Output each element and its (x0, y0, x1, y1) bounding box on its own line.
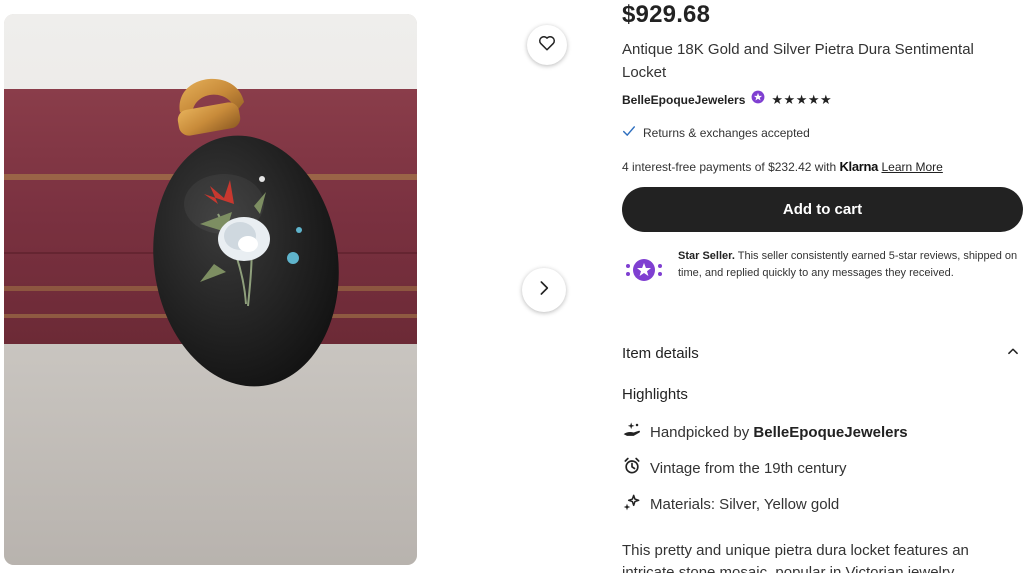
favorite-button[interactable] (527, 25, 567, 65)
klarna-learn-more-link[interactable]: Learn More (881, 160, 942, 174)
hand-sparkle-icon (622, 420, 642, 444)
item-details-label: Item details (622, 345, 699, 362)
highlight-vintage: Vintage from the 19th century (622, 456, 847, 480)
star-seller-title: Star Seller. (678, 250, 735, 262)
klarna-payments: 4 interest-free payments of $232.42 with… (622, 159, 943, 174)
add-to-cart-button[interactable]: Add to cart (622, 187, 1023, 232)
heart-icon (538, 34, 556, 57)
rating-stars[interactable]: ★★★★★ (771, 92, 832, 108)
returns-text: Returns & exchanges accepted (643, 125, 810, 140)
highlight-vintage-text: Vintage from the 19th century (650, 459, 847, 477)
item-details-toggle[interactable]: Item details (622, 344, 1020, 363)
highlight-handpicked: Handpicked by BelleEpoqueJewelers (622, 420, 908, 444)
highlight-materials-text: Materials: Silver, Yellow gold (650, 495, 840, 513)
price: $929.68 (622, 1, 711, 28)
returns-info: Returns & exchanges accepted (622, 124, 810, 141)
klarna-text: 4 interest-free payments of $232.42 with (622, 160, 840, 174)
shop-row: BelleEpoqueJewelers ★★★★★ (622, 90, 832, 109)
checkmark-icon (622, 124, 636, 141)
star-seller-text: Star Seller. This seller consistently ea… (678, 248, 1024, 292)
product-image[interactable] (4, 14, 417, 565)
highlights-heading: Highlights (622, 386, 688, 403)
star-seller-badge-icon (622, 248, 666, 292)
highlight-shop-link[interactable]: BelleEpoqueJewelers (753, 424, 907, 441)
star-seller-info: Star Seller. This seller consistently ea… (622, 248, 1024, 292)
klarna-logo: Klarna (839, 159, 879, 174)
sparkles-icon (622, 492, 642, 516)
shop-name-link[interactable]: BelleEpoqueJewelers (622, 93, 745, 107)
chevron-right-icon (536, 280, 552, 301)
next-image-button[interactable] (522, 268, 566, 312)
item-description: This pretty and unique pietra dura locke… (622, 542, 969, 573)
highlight-handpicked-prefix: Handpicked by (650, 423, 754, 441)
chevron-up-icon (1006, 344, 1020, 363)
listing-title: Antique 18K Gold and Silver Pietra Dura … (622, 41, 974, 81)
highlight-materials: Materials: Silver, Yellow gold (622, 492, 839, 516)
alarm-clock-icon (622, 456, 642, 480)
star-seller-icon (751, 90, 765, 109)
